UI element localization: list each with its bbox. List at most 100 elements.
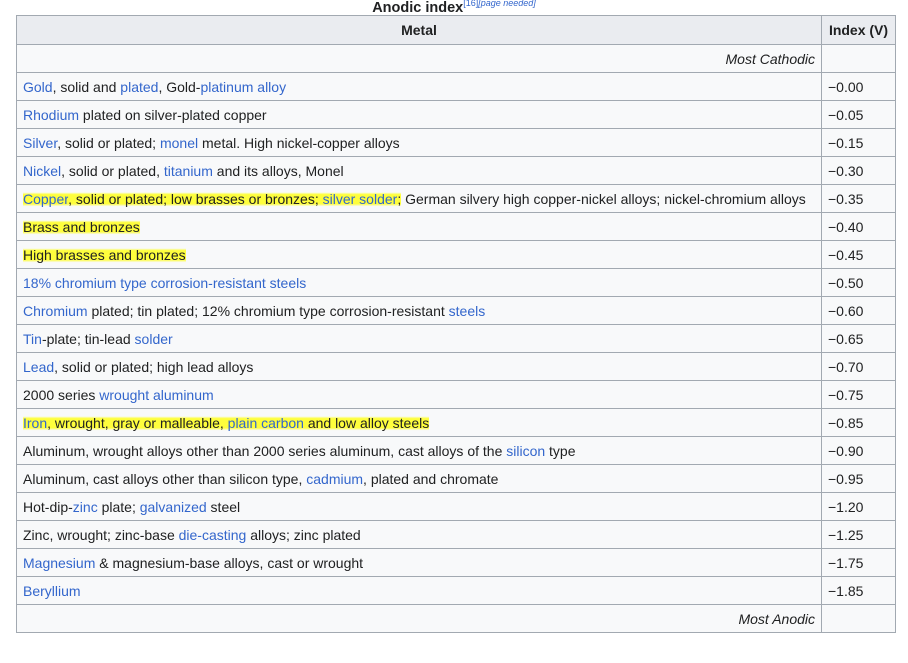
index-value-cell: −1.75: [821, 548, 896, 577]
most-cathodic-label: Most Cathodic: [16, 44, 822, 73]
metal-link[interactable]: monel: [160, 135, 198, 151]
metal-link[interactable]: silicon: [506, 443, 545, 459]
metal-link[interactable]: Rhodium: [23, 107, 79, 123]
metal-text: , solid or plated; low brasses or bronze…: [68, 190, 323, 207]
metal-cell: Gold, solid and plated, Gold-platinum al…: [16, 72, 822, 101]
metal-link[interactable]: alloy: [257, 79, 286, 95]
metal-text: Aluminum, cast alloys other than silicon…: [23, 470, 307, 487]
metal-text: & magnesium-base alloys, cast or wrought: [95, 554, 364, 571]
reference-link[interactable]: [16]: [463, 0, 478, 8]
index-value-cell: −0.00: [821, 72, 896, 101]
metal-text: Zinc, wrought; zinc-base: [23, 526, 179, 543]
metal-cell: Chromium plated; tin plated; 12% chromiu…: [16, 296, 822, 325]
empty-cell: [821, 604, 896, 633]
metal-link[interactable]: die-casting: [179, 527, 247, 543]
table-row: Rhodium plated on silver-plated copper −0…: [16, 100, 896, 129]
empty-cell: [821, 44, 896, 73]
index-value-cell: −0.50: [821, 268, 896, 297]
table-row: Aluminum, cast alloys other than silicon…: [16, 464, 896, 493]
metal-link[interactable]: platinum: [200, 79, 253, 95]
metal-text: plated; tin plated; 12% chromium type co…: [87, 302, 449, 319]
page-needed-note[interactable]: [page needed]: [478, 0, 536, 8]
table-row: Silver, solid or plated; monel metal. Hi…: [16, 128, 896, 157]
table-row: Chromium plated; tin plated; 12% chromiu…: [16, 296, 896, 325]
metal-link[interactable]: Iron: [23, 414, 48, 431]
metal-link[interactable]: Beryllium: [23, 583, 81, 599]
index-value-cell: −1.25: [821, 520, 896, 549]
metal-cell: Brass and bronzes: [16, 212, 822, 241]
table-row: Aluminum, wrought alloys other than 2000…: [16, 436, 896, 465]
metal-text: German silvery high copper-nickel alloys…: [401, 190, 806, 207]
metal-text: Hot-dip-: [23, 498, 73, 515]
metal-link[interactable]: solder: [135, 331, 173, 347]
metal-cell: Aluminum, cast alloys other than silicon…: [16, 464, 822, 493]
metal-link[interactable]: Magnesium: [23, 555, 95, 571]
table-row: Iron, wrought, gray or malleable, plain …: [16, 408, 896, 437]
metal-cell: Zinc, wrought; zinc-base die-casting all…: [16, 520, 822, 549]
metal-link[interactable]: Chromium: [23, 303, 88, 319]
metal-link[interactable]: Nickel: [23, 163, 61, 179]
table-row: Zinc, wrought; zinc-base die-casting all…: [16, 520, 896, 549]
bottom-note-row: Most Anodic: [16, 604, 896, 633]
metal-text: steel: [206, 498, 241, 515]
metal-link[interactable]: wrought aluminum: [99, 387, 213, 403]
metal-text: , solid or plated;: [57, 134, 160, 151]
index-value-cell: −0.40: [821, 212, 896, 241]
table-row: Copper, solid or plated; low brasses or …: [16, 184, 896, 213]
metal-cell: Silver, solid or plated; monel metal. Hi…: [16, 128, 822, 157]
metal-link[interactable]: zinc: [73, 499, 98, 515]
metal-link[interactable]: cadmium: [306, 471, 363, 487]
metal-cell: Iron, wrought, gray or malleable, plain …: [16, 408, 822, 437]
index-value-cell: −0.45: [821, 240, 896, 269]
index-value-cell: −1.85: [821, 576, 896, 605]
index-value-cell: −0.75: [821, 380, 896, 409]
metal-link[interactable]: plated: [120, 79, 158, 95]
metal-link[interactable]: steels: [449, 303, 486, 319]
metal-link[interactable]: 18% chromium type corrosion-resistant st…: [23, 275, 306, 291]
index-value-cell: −0.95: [821, 464, 896, 493]
most-anodic-label: Most Anodic: [16, 604, 822, 633]
index-value-cell: −0.35: [821, 184, 896, 213]
metal-text: Brass and bronzes: [23, 218, 140, 235]
index-value-cell: −0.70: [821, 352, 896, 381]
metal-link[interactable]: titanium: [164, 163, 213, 179]
metal-text: , solid or plated,: [61, 162, 164, 179]
index-value-cell: −0.90: [821, 436, 896, 465]
metal-text: , solid and: [52, 78, 121, 95]
table-row: High brasses and bronzes −0.45: [16, 240, 896, 269]
metal-text: , wrought, gray or malleable,: [47, 414, 228, 431]
index-column-header[interactable]: Index (V): [821, 15, 896, 45]
index-value-cell: −0.60: [821, 296, 896, 325]
metal-link[interactable]: Gold: [23, 79, 53, 95]
table-row: Brass and bronzes −0.40: [16, 212, 896, 241]
metal-text: , Gold-: [158, 78, 201, 95]
metal-link[interactable]: Silver: [23, 135, 57, 151]
metal-cell: Aluminum, wrought alloys other than 2000…: [16, 436, 822, 465]
table-row: Tin-plate; tin-lead solder −0.65: [16, 324, 896, 353]
metal-text: and its alloys, Monel: [212, 162, 344, 179]
metal-link[interactable]: galvanized: [140, 499, 207, 515]
metal-cell: Lead, solid or plated; high lead alloys: [16, 352, 822, 381]
index-value-cell: −0.65: [821, 324, 896, 353]
metal-link[interactable]: Tin: [23, 331, 42, 347]
metal-link[interactable]: silver solder: [322, 190, 398, 207]
table-row: Nickel, solid or plated, titanium and it…: [16, 156, 896, 185]
metal-cell: Rhodium plated on silver-plated copper: [16, 100, 822, 129]
table-row: 18% chromium type corrosion-resistant st…: [16, 268, 896, 297]
index-value-cell: −0.15: [821, 128, 896, 157]
caption-title: Anodic index: [372, 0, 464, 16]
metal-link[interactable]: Lead: [23, 359, 54, 375]
table-row: Hot-dip-zinc plate; galvanized steel −1.2…: [16, 492, 896, 521]
metal-link[interactable]: Copper: [23, 190, 69, 207]
metal-text: 2000 series: [23, 386, 100, 403]
metal-text: plated on silver-plated copper: [79, 106, 267, 123]
metal-cell: 2000 series wrought aluminum: [16, 380, 822, 409]
metal-cell: 18% chromium type corrosion-resistant st…: [16, 268, 822, 297]
metal-cell: High brasses and bronzes: [16, 240, 822, 269]
metal-text: , solid or plated; high lead alloys: [54, 358, 254, 375]
metal-link[interactable]: plain carbon: [227, 414, 304, 431]
metal-text: High brasses and bronzes: [23, 246, 186, 263]
index-value-cell: −0.85: [821, 408, 896, 437]
metal-column-header[interactable]: Metal: [16, 15, 822, 45]
metal-text: -plate; tin-lead: [41, 330, 135, 347]
